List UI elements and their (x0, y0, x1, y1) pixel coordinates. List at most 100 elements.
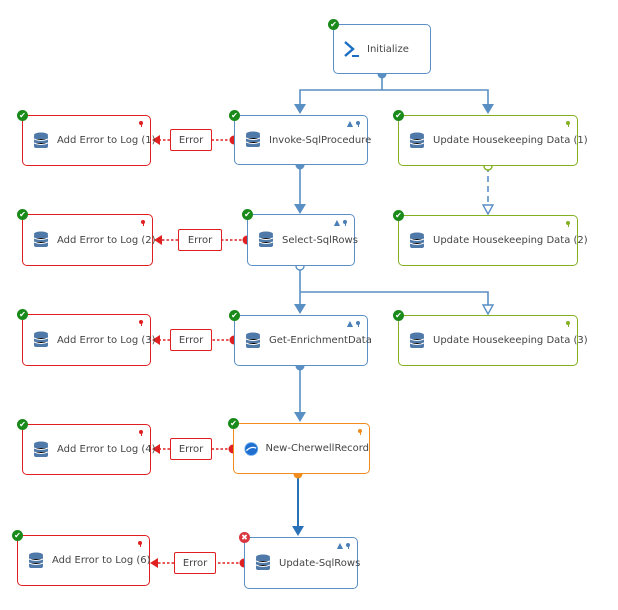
activity-label: Update Housekeeping Data (1) (433, 135, 588, 146)
pin-icon (139, 320, 143, 326)
success-status-icon: ✔ (242, 209, 253, 220)
activity-label: Initialize (367, 43, 409, 55)
activity-add-error-to-log-6[interactable]: ✔ Add Error to Log (6) (12, 530, 151, 586)
connector-layer (150, 69, 495, 568)
activity-select-sqlrows[interactable]: ✔ ▲ Select-SqlRows (242, 209, 358, 266)
success-status-icon: ✔ (229, 110, 240, 121)
activity-update-housekeeping-3[interactable]: ✔ Update Housekeeping Data (3) (393, 310, 588, 366)
activity-update-housekeeping-2[interactable]: ✔ Update Housekeeping Data (2) (393, 210, 588, 266)
activity-badges (563, 119, 570, 128)
error-arrowhead (150, 558, 158, 568)
activity-badges (563, 319, 570, 328)
database-icon (409, 132, 425, 148)
database-icon (28, 552, 44, 568)
pin-icon (343, 220, 347, 226)
activity-label: Add Error to Log (2) (57, 234, 156, 246)
pin-icon (138, 541, 142, 547)
success-status-icon: ✔ (17, 309, 28, 320)
success-status-icon: ✔ (12, 530, 23, 541)
error-link-label[interactable]: Error (178, 229, 222, 251)
activity-label: Update-SqlRows (279, 557, 361, 569)
error-link-label[interactable]: Error (170, 129, 212, 151)
activity-label: Add Error to Log (1) (57, 135, 156, 146)
database-icon (33, 231, 49, 247)
activity-label: Add Error to Log (6) (52, 555, 151, 566)
cherwell-globe-icon (244, 441, 259, 456)
pin-icon (139, 121, 143, 127)
activity-invoke-sqlprocedure[interactable]: ✔ ▲ Invoke-SqlProcedure (229, 110, 372, 165)
activity-badges (136, 119, 143, 128)
activity-badges: ▲ (347, 319, 360, 328)
arrowhead-hollow (481, 204, 495, 216)
pin-icon (139, 430, 143, 436)
success-status-icon: ✔ (228, 418, 239, 429)
success-status-icon: ✔ (328, 19, 339, 30)
link-select-housekeeping3 (300, 291, 489, 306)
activity-label: Add Error to Log (4) (57, 444, 156, 455)
database-icon (33, 331, 49, 347)
error-link-label[interactable]: Error (174, 552, 216, 574)
activity-badges (563, 219, 570, 228)
activity-label: Update Housekeeping Data (2) (433, 235, 588, 246)
activity-add-error-to-log-3[interactable]: ✔ Add Error to Log (3) (17, 309, 156, 366)
activity-get-enrichmentdata[interactable]: ✔ ▲ Get-EnrichmentData (229, 310, 372, 366)
pin-icon (356, 121, 360, 127)
powershell-prompt-icon (344, 41, 359, 57)
triangle-icon: ▲ (333, 218, 340, 227)
triangle-icon: ▲ (346, 119, 353, 128)
activity-initialize[interactable]: ✔ Initialize (328, 19, 431, 74)
database-icon (255, 554, 271, 570)
activity-badges: ▲ (334, 218, 347, 227)
activity-label: New-CherwellRecord (265, 443, 369, 454)
activity-new-cherwellrecord[interactable]: ✔ New-CherwellRecord (228, 418, 370, 474)
pin-icon (141, 220, 145, 226)
success-status-icon: ✔ (393, 110, 404, 121)
success-status-icon: ✔ (17, 419, 28, 430)
database-icon (409, 332, 425, 348)
triangle-icon: ▲ (336, 541, 343, 550)
pin-icon (346, 543, 350, 549)
triangle-icon: ▲ (346, 319, 353, 328)
database-icon (33, 132, 49, 148)
success-status-icon: ✔ (393, 210, 404, 221)
error-link-label[interactable]: Error (170, 329, 212, 351)
database-icon (258, 231, 274, 247)
database-icon (409, 232, 425, 248)
activity-label: Invoke-SqlProcedure (269, 134, 372, 146)
activity-label: Update Housekeeping Data (3) (433, 335, 588, 346)
activity-add-error-to-log-4[interactable]: ✔ Add Error to Log (4) (17, 419, 156, 475)
activity-label: Add Error to Log (3) (57, 334, 156, 346)
arrowhead (482, 104, 494, 114)
activity-update-sqlrows[interactable]: ✖ ▲ Update-SqlRows (239, 532, 361, 589)
arrowhead-hollow (481, 304, 495, 316)
success-status-icon: ✔ (17, 209, 28, 220)
pin-icon (358, 429, 362, 435)
arrowhead (294, 412, 306, 422)
arrowhead (294, 304, 306, 314)
activity-badges (355, 427, 362, 436)
activity-badges (138, 218, 145, 227)
error-link-label[interactable]: Error (170, 438, 212, 460)
success-status-icon: ✔ (229, 310, 240, 321)
pin-icon (566, 321, 570, 327)
activity-badges: ▲ (347, 119, 360, 128)
activity-badges: ▲ (337, 541, 350, 550)
failed-status-icon: ✖ (239, 532, 250, 543)
database-icon (245, 131, 261, 147)
database-icon (245, 332, 261, 348)
success-status-icon: ✔ (17, 110, 28, 121)
activity-badges (135, 539, 142, 548)
arrowhead (294, 204, 306, 214)
activity-add-error-to-log-2[interactable]: ✔ Add Error to Log (2) (17, 209, 156, 266)
activity-label: Select-SqlRows (282, 234, 358, 246)
link-init-housekeeping1 (382, 89, 489, 106)
activity-label: Get-EnrichmentData (269, 335, 372, 346)
pin-icon (566, 121, 570, 127)
arrowhead (294, 104, 306, 114)
pin-icon (356, 321, 360, 327)
activity-update-housekeeping-1[interactable]: ✔ Update Housekeeping Data (1) (393, 110, 588, 166)
activity-badges (136, 318, 143, 327)
success-status-icon: ✔ (393, 310, 404, 321)
link-init-invoke (299, 74, 383, 106)
activity-add-error-to-log-1[interactable]: ✔ Add Error to Log (1) (17, 110, 156, 166)
